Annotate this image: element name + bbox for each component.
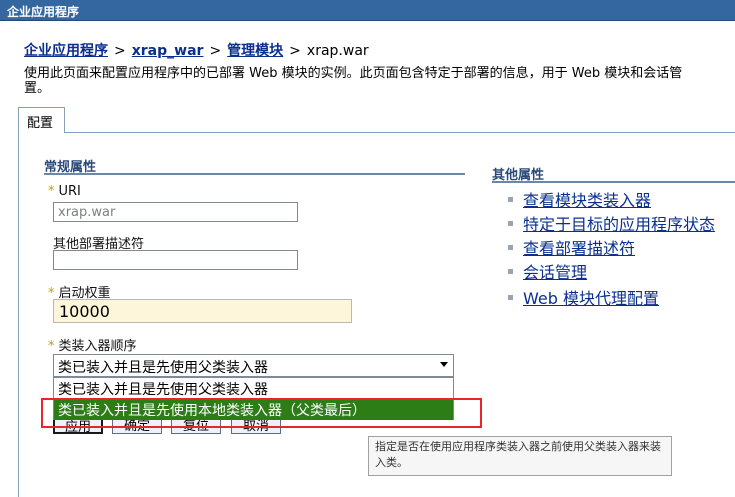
breadcrumb-current: xrap.war [306, 43, 369, 59]
classloader-order-label: * 类装入器顺序 [48, 335, 137, 354]
section-divider [44, 173, 465, 175]
required-marker: * [48, 339, 55, 354]
bullet-icon [508, 245, 513, 250]
uri-label-text: URI [58, 184, 81, 199]
tooltip: 指定是否在使用应用程序类装入器之前使用父类装入器来装入类。 [368, 436, 672, 476]
bullet-icon [508, 269, 513, 274]
required-marker: * [48, 184, 55, 199]
deploy-descriptor-field[interactable] [53, 250, 298, 270]
breadcrumb-separator: > [289, 43, 301, 59]
section-divider [492, 181, 735, 183]
bullet-icon [508, 221, 513, 226]
link-web-module-proxy-config[interactable]: Web 模块代理配置 [523, 285, 659, 309]
breadcrumb-link-xrap-war[interactable]: xrap_war [132, 43, 204, 59]
classloader-order-select[interactable]: 类已装入并且是先使用父类装入器 [53, 354, 454, 377]
uri-field[interactable]: xrap.war [53, 202, 298, 222]
link-view-deployment-descriptor[interactable]: 查看部署描述符 [523, 235, 635, 259]
link-view-module-classloader[interactable]: 查看模块类装入器 [523, 187, 651, 211]
breadcrumb: 企业应用程序 > xrap_war > 管理模块 > xrap.war [24, 40, 369, 60]
breadcrumb-separator: > [209, 43, 222, 59]
tab-configuration[interactable]: 配置 [18, 107, 65, 133]
bullet-icon [508, 295, 513, 300]
bullet-icon [508, 197, 513, 202]
classloader-option-parent-first[interactable]: 类已装入并且是先使用父类装入器 [54, 378, 453, 399]
uri-label: * URI [48, 184, 81, 199]
page-description: 使用此页面来配置应用程序中的已部署 Web 模块的实例。此页面包含特定于部署的信… [24, 66, 683, 96]
breadcrumb-separator: > [114, 43, 126, 59]
breadcrumb-link-manage-modules[interactable]: 管理模块 [227, 43, 283, 59]
highlight-annotation-box [41, 398, 482, 428]
window-title: 企业应用程序 [0, 0, 735, 21]
link-target-specific-app-status[interactable]: 特定于目标的应用程序状态 [523, 211, 715, 235]
breadcrumb-link-enterprise-apps[interactable]: 企业应用程序 [24, 43, 108, 59]
chevron-down-icon [440, 362, 448, 367]
classloader-selected-value: 类已装入并且是先使用父类装入器 [58, 360, 268, 376]
link-session-management[interactable]: 会话管理 [523, 259, 587, 283]
start-weight-field[interactable]: 10000 [53, 299, 352, 323]
classloader-order-label-text: 类装入器顺序 [58, 339, 137, 354]
